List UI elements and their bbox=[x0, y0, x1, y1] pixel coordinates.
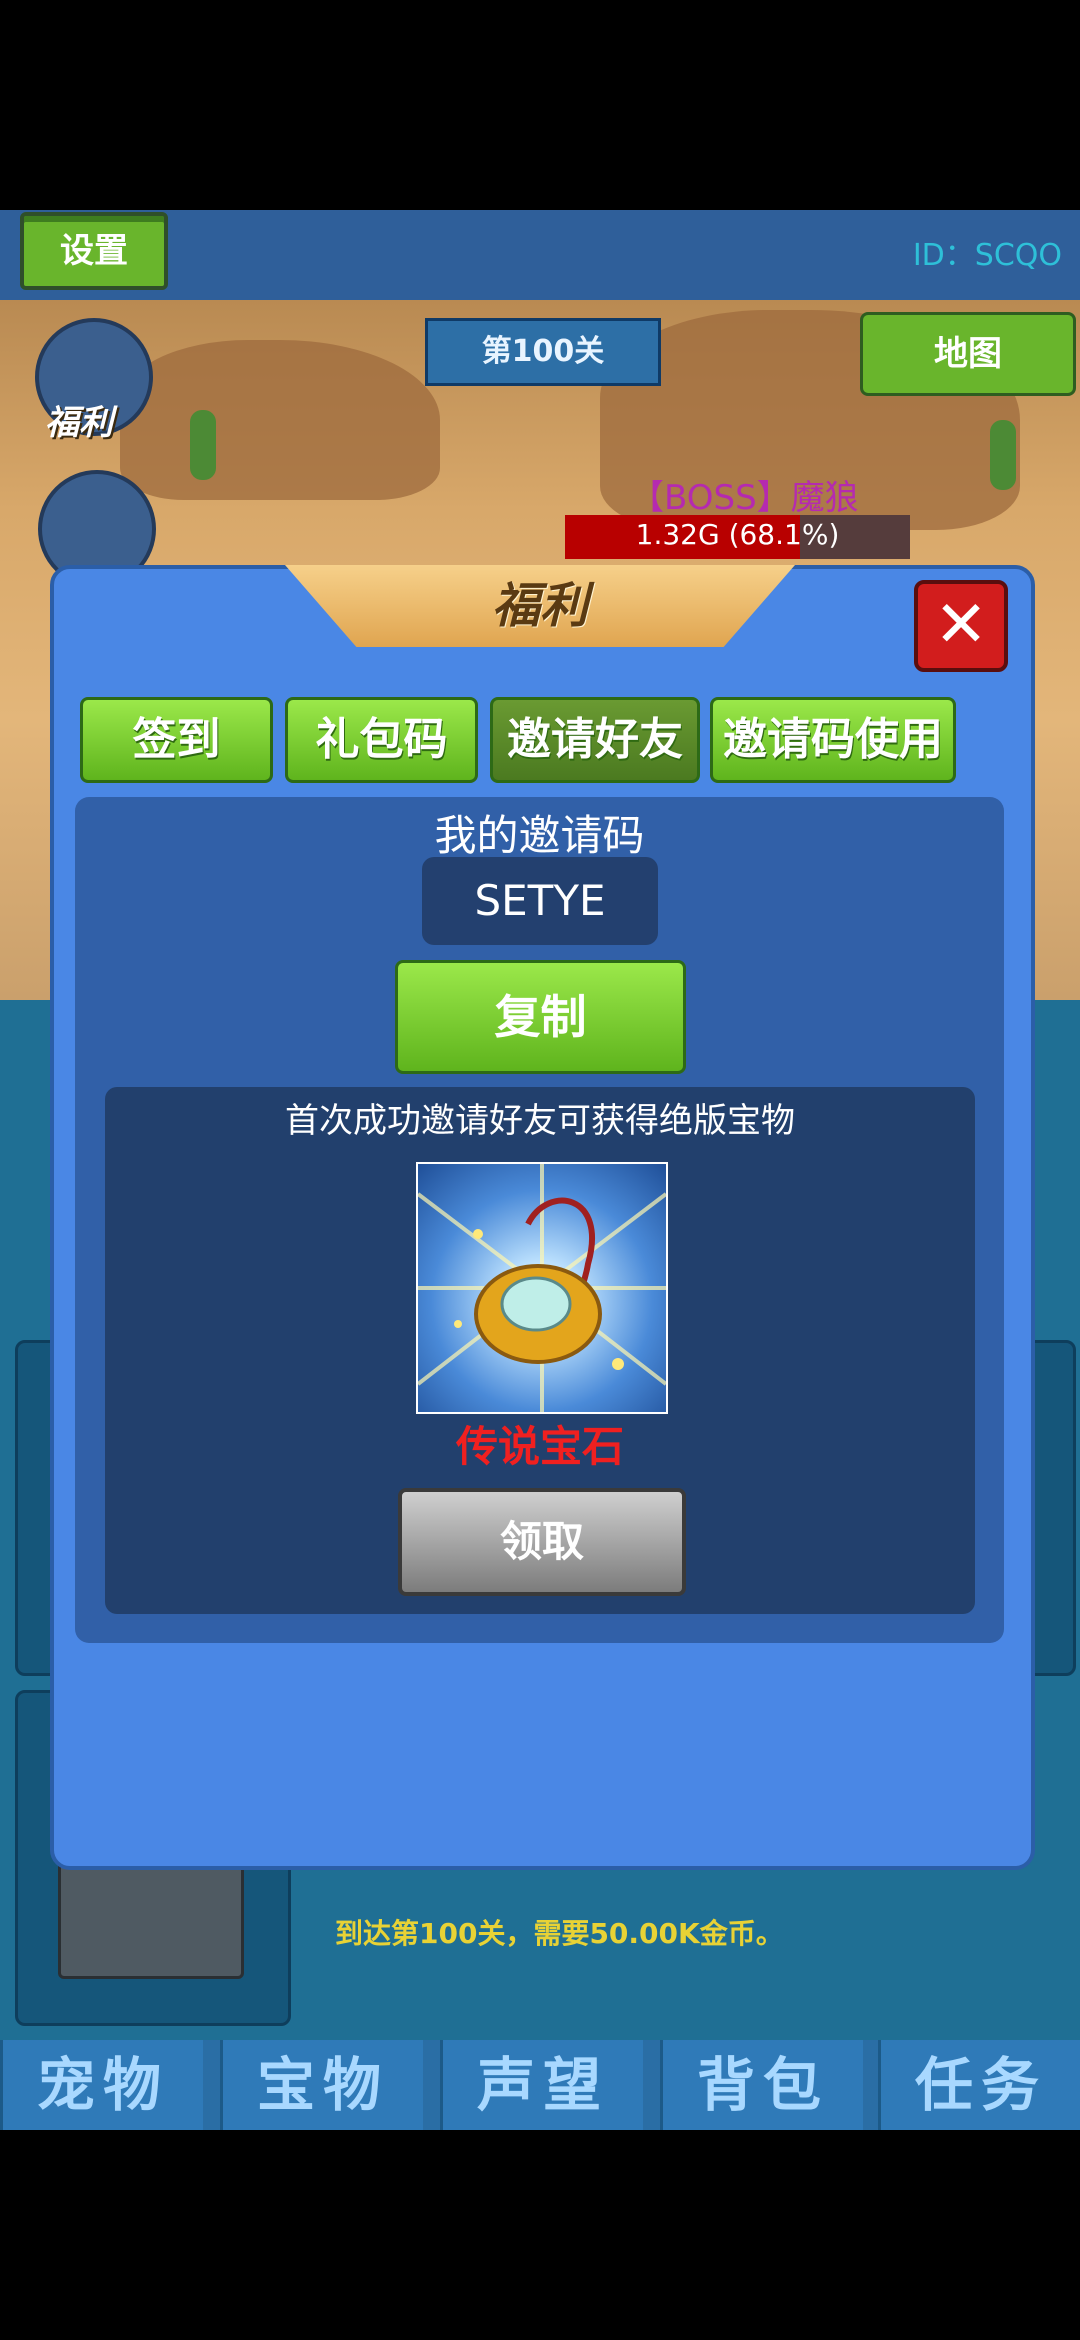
amulet-gem-graphic bbox=[418, 1164, 666, 1412]
close-icon: ✕ bbox=[934, 588, 988, 662]
settings-button[interactable]: 设置 bbox=[20, 212, 168, 290]
boss-hp-text: 1.32G (68.1%) bbox=[635, 518, 840, 551]
tab-treasures[interactable]: 宝物 bbox=[220, 2040, 423, 2130]
level-requirement-hint: 到达第100关，需要50.00K金币。 bbox=[335, 1917, 784, 1950]
modal-title: 福利 bbox=[491, 578, 588, 634]
close-button[interactable]: ✕ bbox=[914, 580, 1008, 672]
reward-description: 首次成功邀请好友可获得绝版宝物 bbox=[285, 1101, 795, 1141]
invite-code-heading: 我的邀请码 bbox=[434, 811, 645, 860]
map-button[interactable]: 地图 bbox=[860, 312, 1076, 396]
tab-pets[interactable]: 宠物 bbox=[0, 2040, 203, 2130]
cactus bbox=[990, 420, 1016, 490]
tab-prestige[interactable]: 声望 bbox=[440, 2040, 643, 2130]
copy-button[interactable]: 复制 bbox=[395, 960, 686, 1074]
invite-code-value: SETYE bbox=[422, 857, 658, 945]
tab-quests[interactable]: 任务 bbox=[878, 2040, 1080, 2130]
tab-use-invite-code[interactable]: 邀请码使用 bbox=[710, 697, 956, 783]
boss-name: 【BOSS】魔狼 bbox=[630, 478, 859, 518]
tab-gift-code[interactable]: 礼包码 bbox=[285, 697, 478, 783]
cliff-rock bbox=[120, 340, 440, 500]
level-banner: 第100关 bbox=[425, 318, 661, 386]
claim-button[interactable]: 领取 bbox=[398, 1488, 686, 1596]
tab-check-in[interactable]: 签到 bbox=[80, 697, 273, 783]
reward-name: 传说宝石 bbox=[455, 1422, 624, 1471]
tab-invite-friends[interactable]: 邀请好友 bbox=[490, 697, 700, 783]
side-item-welfare-label: 福利 bbox=[45, 403, 113, 443]
cactus bbox=[190, 410, 216, 480]
tab-backpack[interactable]: 背包 bbox=[660, 2040, 863, 2130]
player-id: ID：SCQO bbox=[912, 238, 1062, 273]
amulet-gem-icon bbox=[416, 1162, 668, 1414]
